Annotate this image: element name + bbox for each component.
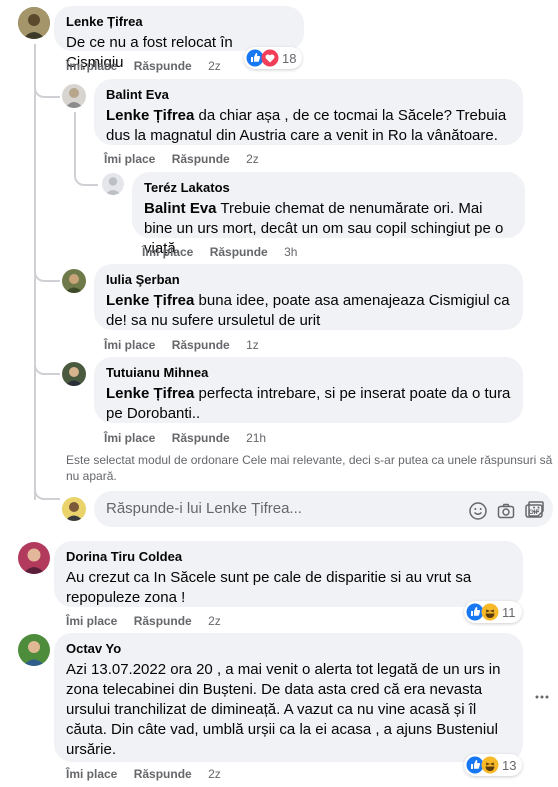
like-button[interactable]: Îmi place (142, 244, 193, 260)
comment-author[interactable]: Balint Eva (106, 87, 511, 103)
comment-author[interactable]: Teréz Lakatos (144, 180, 513, 196)
reply-button[interactable]: Răspunde (172, 430, 230, 446)
thread-connector-reply-1 (34, 80, 60, 98)
comment-timestamp[interactable]: 2z (246, 151, 259, 167)
sort-notice: Este selectat modul de ordonare Cele mai… (66, 453, 553, 483)
avatar[interactable] (62, 269, 86, 293)
avatar[interactable] (62, 84, 86, 108)
comment-actions: Îmi place Răspunde 2z (66, 613, 234, 629)
reaction-summary[interactable]: 18 (244, 47, 303, 69)
comment-actions: Îmi place Răspunde 1z (104, 337, 272, 353)
comment-actions: Îmi place Răspunde 2z (66, 58, 234, 74)
comment-author[interactable]: Iulia Şerban (106, 272, 511, 288)
current-user-avatar (62, 497, 86, 521)
reply-button[interactable]: Răspunde (172, 337, 230, 353)
reply-bubble: Iulia Şerban Lenke Țifrea buna idee, poa… (94, 264, 523, 330)
mention-link[interactable]: Lenke Țifrea (106, 385, 194, 402)
reply-input[interactable]: Răspunde-i lui Lenke Țifrea... GIF (94, 491, 553, 527)
reply-input-placeholder: Răspunde-i lui Lenke Țifrea... (106, 500, 302, 517)
thread-connector-reply-2 (34, 264, 60, 282)
comment-text: Au crezut ca In Săcele sunt pe cale de d… (66, 569, 472, 606)
mention-link[interactable]: Lenke Țifrea (106, 107, 194, 124)
thread-line-nested (74, 112, 76, 172)
avatar[interactable] (102, 173, 124, 195)
comment-author[interactable]: Tutuianu Mihnea (106, 365, 511, 381)
comment-actions: Îmi place Răspunde 2z (66, 766, 234, 782)
reply-bubble: Balint Eva Lenke Țifrea da chiar așa , d… (94, 79, 523, 145)
thread-connector-reply-input (34, 482, 60, 500)
comment-text: Lenke Țifrea buna idee, poate asa amenaj… (106, 292, 510, 329)
like-button[interactable]: Îmi place (66, 613, 117, 629)
comment-bubble: Lenke Țifrea De ce nu a fost relocat în … (54, 6, 304, 71)
comment-actions: Îmi place Răspunde 2z (104, 151, 272, 167)
more-options-icon[interactable] (535, 690, 549, 709)
like-button[interactable]: Îmi place (104, 430, 155, 446)
reply-bubble: Teréz Lakatos Balint Eva Trebuie chemat … (132, 172, 525, 257)
love-icon (261, 49, 279, 67)
reaction-summary[interactable]: 11 (464, 601, 522, 623)
like-button[interactable]: Îmi place (66, 766, 117, 782)
comment-timestamp[interactable]: 21h (246, 430, 266, 446)
comment-author[interactable]: Octav Yo (66, 641, 511, 657)
comment-author[interactable]: Dorina Tiru Coldea (66, 549, 511, 565)
comment-actions: Îmi place Răspunde 21h (104, 430, 279, 446)
mention-link[interactable]: Lenke Țifrea (106, 292, 194, 309)
mention-link[interactable]: Balint Eva (144, 200, 217, 217)
reply-button[interactable]: Răspunde (134, 766, 192, 782)
comment-bubble: Octav Yo Azi 13.07.2022 ora 20 , a mai v… (54, 633, 523, 762)
thread-connector-nested-reply (74, 168, 98, 186)
comment-author[interactable]: Lenke Țifrea (66, 14, 292, 30)
reply-button[interactable]: Răspunde (172, 151, 230, 167)
sticker-button[interactable] (526, 499, 546, 524)
comment-timestamp[interactable]: 2z (208, 613, 221, 629)
reply-bubble: Tutuianu Mihnea Lenke Țifrea perfecta in… (94, 357, 523, 423)
emoji-icon[interactable] (468, 499, 488, 535)
reaction-summary[interactable]: 13 (464, 754, 523, 776)
camera-icon[interactable] (496, 499, 516, 535)
like-button[interactable]: Îmi place (66, 58, 117, 74)
reply-button[interactable]: Răspunde (210, 244, 268, 260)
comment-text: Azi 13.07.2022 ora 20 , a mai venit o al… (66, 661, 501, 758)
like-button[interactable]: Îmi place (104, 151, 155, 167)
comment-text: Lenke Țifrea da chiar așa , de ce tocmai… (106, 107, 507, 144)
avatar[interactable] (18, 7, 50, 39)
haha-icon (481, 756, 499, 774)
reply-button[interactable]: Răspunde (134, 58, 192, 74)
reaction-count: 18 (282, 50, 297, 66)
comment-timestamp[interactable]: 1z (246, 337, 259, 353)
comment-timestamp[interactable]: 3h (284, 244, 297, 260)
comment-timestamp[interactable]: 2z (208, 58, 221, 74)
avatar[interactable] (62, 362, 86, 386)
thread-connector-reply-3 (34, 357, 60, 375)
comment-timestamp[interactable]: 2z (208, 766, 221, 782)
comment-actions: Îmi place Răspunde 3h (142, 244, 310, 260)
haha-icon (481, 603, 499, 621)
avatar[interactable] (18, 542, 50, 574)
comment-bubble: Dorina Tiru Coldea Au crezut ca In Săcel… (54, 541, 523, 607)
reply-button[interactable]: Răspunde (134, 613, 192, 629)
comment-text: Lenke Țifrea perfecta intrebare, si pe i… (106, 385, 511, 422)
avatar[interactable] (18, 634, 50, 666)
reaction-count: 11 (502, 604, 516, 620)
like-button[interactable]: Îmi place (104, 337, 155, 353)
reaction-count: 13 (502, 757, 517, 773)
